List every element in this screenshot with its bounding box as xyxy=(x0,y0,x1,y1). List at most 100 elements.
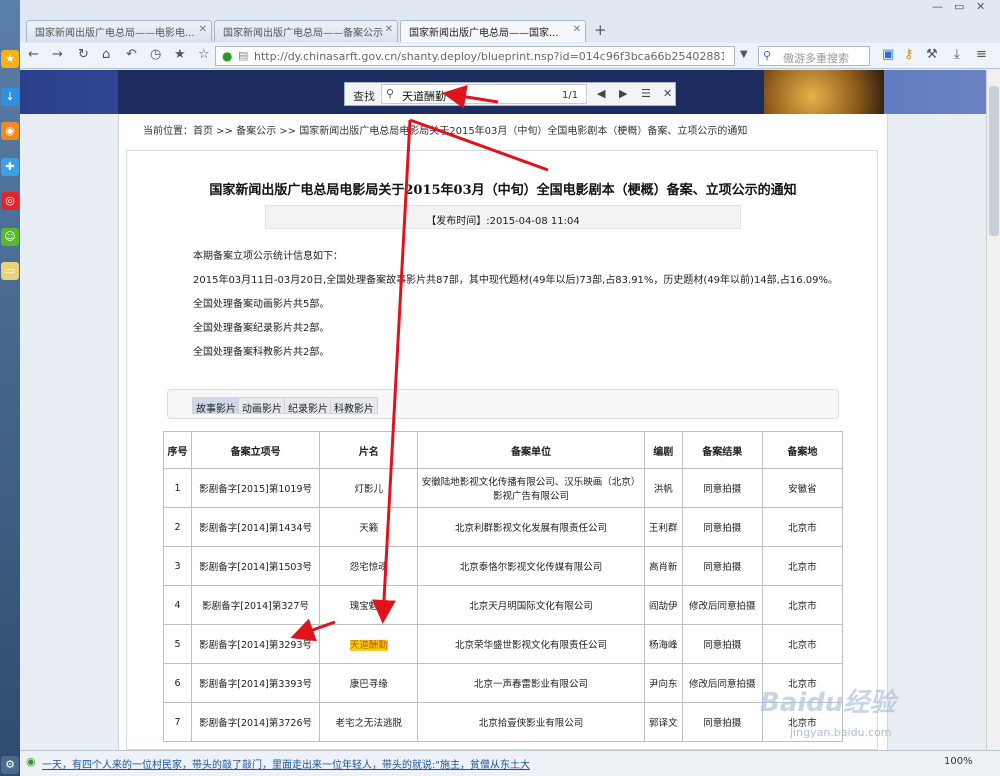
weibo-icon[interactable]: ◎ xyxy=(1,192,19,210)
cell-unit: 北京泰恪尔影视文化传媒有限公司 xyxy=(417,546,645,586)
scrollbar-thumb[interactable] xyxy=(989,86,999,236)
tab-story-films[interactable]: 故事影片 xyxy=(192,397,240,415)
col-filing-no: 备案立项号 xyxy=(191,431,321,469)
find-next-icon[interactable]: ▶ xyxy=(619,87,627,100)
cell-location: 北京市 xyxy=(761,624,844,664)
cell-title: 瑰宝魅影 xyxy=(319,585,419,625)
tab-bar: 国家新闻出版广电总局——电影电... ✕ 国家新闻出版广电总局——备案公示 ✕ 国家… xyxy=(20,18,1000,42)
menu-icon[interactable]: ≡ xyxy=(976,47,987,62)
game-icon[interactable]: ✚ xyxy=(1,158,19,176)
smile-icon[interactable]: ☺ xyxy=(1,228,19,246)
download-icon[interactable]: ↓ xyxy=(1,88,19,106)
table-row: 4 影剧备字[2014]第327号 瑰宝魅影 北京天月明国际文化有限公司 阎劼伊… xyxy=(162,585,844,625)
find-prev-icon[interactable]: ◀ xyxy=(597,87,605,100)
desktop-sidebar: ★ ↓ ◉ ✚ ◎ ☺ ▭ ⚙ xyxy=(0,0,20,776)
cell-filing-no: 影剧备字[2014]第1503号 xyxy=(191,546,321,586)
cell-filing-no: 影剧备字[2014]第3293号 xyxy=(191,624,321,664)
col-unit: 备案单位 xyxy=(417,431,645,469)
address-bar[interactable]: ● ▤ http://dy.chinasarft.gov.cn/shanty.d… xyxy=(215,46,735,66)
cell-result: 同意拍摄 xyxy=(681,624,763,664)
bookmark-icon[interactable]: ☆ xyxy=(198,47,210,62)
close-window-icon[interactable]: ✕ xyxy=(976,0,985,14)
dropdown-icon[interactable]: ▼ xyxy=(740,49,748,60)
star-icon[interactable]: ★ xyxy=(1,50,19,68)
col-location: 备案地 xyxy=(761,431,844,469)
tab-2[interactable]: 国家新闻出版广电总局——备案公示 ✕ xyxy=(214,20,398,42)
cell-unit: 北京利群影视文化发展有限责任公司 xyxy=(417,507,645,547)
cell-index: 5 xyxy=(162,624,193,664)
favorites-icon[interactable]: ★ xyxy=(174,47,186,62)
page-icon: ▤ xyxy=(238,49,249,62)
search-placeholder: 傲游多重搜索 xyxy=(783,52,849,65)
cell-unit: 北京一声春雷影业有限公司 xyxy=(417,663,645,703)
cell-index: 4 xyxy=(162,585,193,625)
find-count: 1/1 xyxy=(562,90,579,101)
tab-3-active[interactable]: 国家新闻出版广电总局——国家... ✕ xyxy=(400,20,586,42)
cell-filing-no: 影剧备字[2014]第1434号 xyxy=(191,507,321,547)
cell-location: 北京市 xyxy=(761,507,844,547)
note-icon[interactable]: ▭ xyxy=(1,262,19,280)
forward-icon[interactable]: → xyxy=(52,47,63,62)
find-close-icon[interactable]: ✕ xyxy=(663,87,672,100)
stats-intro: 本期备案立项公示统计信息如下： xyxy=(193,251,343,262)
translate-icon[interactable]: ▣ xyxy=(882,47,894,62)
find-input[interactable]: ⚲ 天道酬勤 1/1 xyxy=(381,84,587,104)
search-icon: ⚲ xyxy=(763,49,772,62)
stats-science: 全国处理备案科教影片共2部。 xyxy=(193,347,330,358)
history-icon[interactable]: ◷ xyxy=(150,47,161,62)
cell-filing-no: 影剧备字[2014]第327号 xyxy=(191,585,321,625)
cell-title: 怨宅惊魂 xyxy=(319,546,419,586)
undo-icon[interactable]: ↶ xyxy=(126,47,137,62)
cell-result: 同意拍摄 xyxy=(681,702,763,742)
cell-index: 7 xyxy=(162,702,193,742)
cell-result: 修改后同意拍摄 xyxy=(681,663,763,703)
tab-label: 国家新闻出版广电总局——国家... xyxy=(409,28,559,39)
tab-documentary-films[interactable]: 纪录影片 xyxy=(284,397,332,415)
cell-index: 3 xyxy=(162,546,193,586)
download-manager-icon[interactable]: ⤓ xyxy=(954,47,960,62)
cell-index: 6 xyxy=(162,663,193,703)
tab-science-films[interactable]: 科教影片 xyxy=(330,397,378,415)
settings-icon[interactable]: ⚙ xyxy=(1,756,19,774)
cell-writer: 杨海峰 xyxy=(643,624,683,664)
new-tab-icon[interactable]: + xyxy=(594,21,607,39)
minimize-icon[interactable]: — xyxy=(932,0,943,14)
breadcrumb[interactable]: 当前位置：首页 >> 备案公示 >> 国家新闻出版广电总局电影局关于2015年0… xyxy=(143,122,747,137)
close-icon[interactable]: ✕ xyxy=(199,24,207,35)
browser-window: 国家新闻出版广电总局——电影电... ✕ 国家新闻出版广电总局——备案公示 ✕ 国家… xyxy=(20,0,1000,776)
cell-title: 天籁 xyxy=(319,507,419,547)
cell-writer: 洪帆 xyxy=(643,468,683,508)
find-label: 查找 xyxy=(353,90,375,103)
cell-unit: 北京天月明国际文化有限公司 xyxy=(417,585,645,625)
key-icon[interactable]: ⚷ xyxy=(904,47,914,62)
tab-animation-films[interactable]: 动画影片 xyxy=(238,397,286,415)
rss-icon[interactable]: ◉ xyxy=(1,122,19,140)
banner-image xyxy=(764,70,884,114)
news-ticker-link[interactable]: 一天，有四个人来的一位村民家，带头的敲了敲门，里面走出来一位年轻人，带头的就说:… xyxy=(42,756,530,771)
find-options-icon[interactable]: ☰ xyxy=(641,87,651,100)
cell-location: 安徽省 xyxy=(761,468,844,508)
url-text: http://dy.chinasarft.gov.cn/shanty.deplo… xyxy=(254,50,724,63)
col-index: 序号 xyxy=(162,431,193,469)
zoom-level[interactable]: 100% xyxy=(944,756,973,767)
close-icon[interactable]: ✕ xyxy=(385,24,393,35)
maximize-icon[interactable]: ▭ xyxy=(954,0,964,14)
close-icon[interactable]: ✕ xyxy=(573,24,581,35)
home-icon[interactable]: ⌂ xyxy=(102,47,110,62)
search-box[interactable]: ⚲ 傲游多重搜索 xyxy=(758,46,870,66)
vertical-scrollbar[interactable] xyxy=(986,70,1000,750)
watermark-url: jingyan.baidu.com xyxy=(790,726,892,739)
cell-title: 老宅之无法逃脱 xyxy=(319,702,419,742)
article-panel: 国家新闻出版广电总局电影局关于2015年03月（中旬）全国电影剧本（梗概）备案、… xyxy=(126,150,878,750)
cell-result: 同意拍摄 xyxy=(681,507,763,547)
cell-filing-no: 影剧备字[2015]第1019号 xyxy=(191,468,321,508)
cell-index: 1 xyxy=(162,468,193,508)
tab-1[interactable]: 国家新闻出版广电总局——电影电... ✕ xyxy=(26,20,212,42)
table-header-row: 序号 备案立项号 片名 备案单位 编剧 备案结果 备案地 xyxy=(162,431,844,469)
cell-title: 康巴寻缘 xyxy=(319,663,419,703)
refresh-icon[interactable]: ↻ xyxy=(78,47,89,62)
news-icon: ◉ xyxy=(26,755,36,768)
cell-filing-no: 影剧备字[2014]第3726号 xyxy=(191,702,321,742)
back-icon[interactable]: ← xyxy=(28,47,39,62)
wrench-icon[interactable]: ⚒ xyxy=(926,47,938,62)
